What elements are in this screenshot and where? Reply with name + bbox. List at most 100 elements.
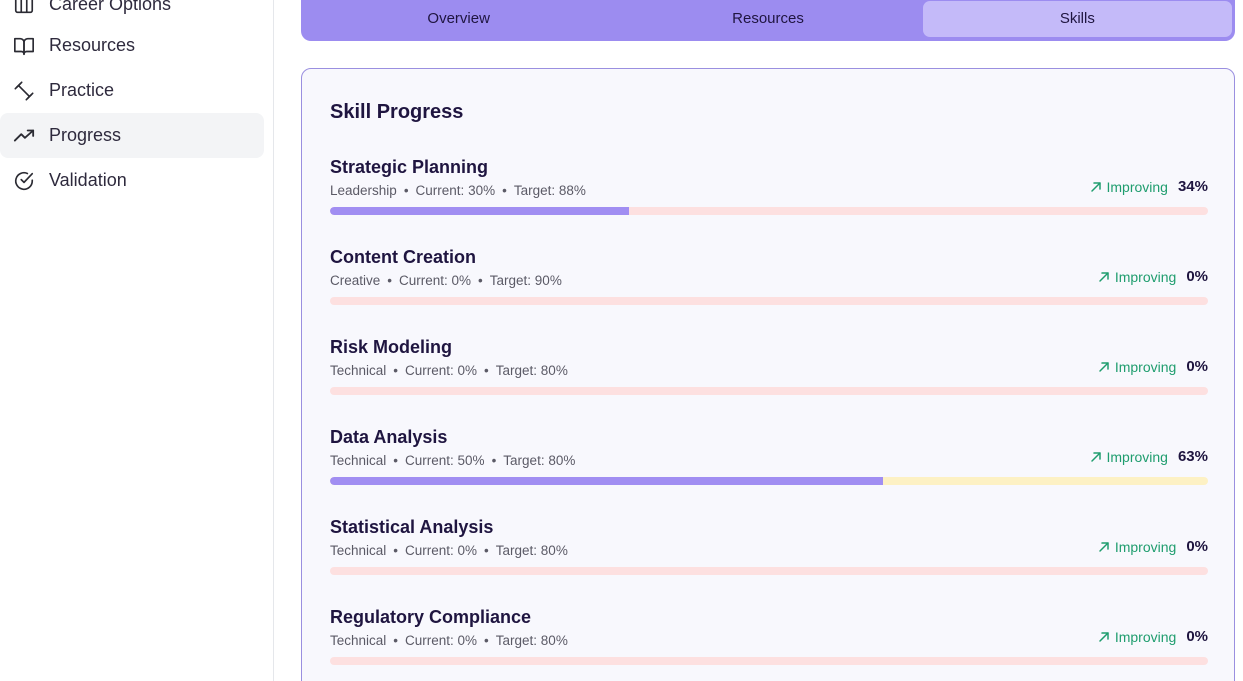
skill-row: Regulatory Compliance Technical • Current: … (330, 607, 1208, 677)
arrow-up-right-icon (1097, 630, 1111, 644)
separator-dot: • (491, 453, 497, 468)
skill-category: Technical (330, 453, 387, 468)
skill-target: Target: 80% (495, 363, 568, 378)
skill-current: Current: 50% (405, 453, 485, 468)
sidebar-item-label: Career Options (49, 0, 172, 14)
book-icon (12, 34, 36, 58)
dumbbell-icon (12, 79, 36, 103)
skill-status: Improving 0% (1097, 268, 1208, 285)
separator-dot: • (393, 453, 399, 468)
skill-category: Technical (330, 363, 387, 378)
status-text: Improving (1114, 268, 1177, 285)
separator-dot: • (393, 543, 399, 558)
progress-percent: 0% (1186, 268, 1208, 285)
skill-meta: Creative • Current: 0% • Target: 90% (330, 273, 562, 288)
progress-bar (330, 567, 1208, 575)
tab-overview[interactable]: Overview (304, 1, 613, 37)
skill-name: Regulatory Compliance (330, 607, 532, 627)
skill-meta: Technical • Current: 0% • Target: 80% (330, 543, 568, 558)
skill-target: Target: 80% (495, 633, 568, 648)
sidebar-item-progress[interactable]: Progress (0, 113, 264, 158)
sidebar-item-validation[interactable]: Validation (0, 158, 264, 203)
progress-bar-fill (330, 207, 629, 215)
sidebar-item-practice[interactable]: Practice (0, 68, 264, 113)
arrow-up-right-icon (1097, 360, 1111, 374)
separator-dot: • (387, 273, 393, 288)
separator-dot: • (502, 183, 507, 198)
separator-dot: • (484, 543, 489, 558)
skill-status: Improving 0% (1097, 358, 1208, 375)
arrow-up-right-icon (1097, 540, 1111, 554)
skill-target: Target: 80% (495, 543, 568, 558)
trending-up-icon (12, 124, 36, 148)
columns-icon (12, 0, 36, 17)
skill-row: Strategic Planning Leadership • Current: 30… (330, 157, 1208, 227)
skill-row: Data Analysis Technical • Current: 50% • Targ… (330, 427, 1208, 497)
separator-dot: • (484, 633, 489, 648)
separator-dot: • (478, 273, 483, 288)
skill-current: Current: 0% (405, 543, 478, 558)
progress-bar (330, 477, 1208, 485)
progress-bar (330, 657, 1208, 665)
skill-target: Target: 90% (489, 273, 562, 288)
progress-percent: 0% (1186, 538, 1208, 555)
skill-name: Statistical Analysis (330, 517, 494, 537)
sidebar: Career Options Resources Practice Progre… (0, 0, 274, 681)
skill-current: Current: 0% (399, 273, 472, 288)
separator-dot: • (393, 363, 399, 378)
progress-percent: 0% (1186, 358, 1208, 375)
skill-current: Current: 30% (415, 183, 496, 198)
skill-name: Data Analysis (330, 427, 448, 447)
status-text: Improving (1114, 628, 1177, 645)
skill-name: Content Creation (330, 247, 476, 267)
check-circle-icon (12, 169, 36, 193)
separator-dot: • (393, 633, 399, 648)
app-root: Career Options Resources Practice Progre… (0, 0, 1243, 681)
sidebar-item-label: Validation (49, 170, 127, 190)
tab-resources[interactable]: Resources (613, 1, 922, 37)
skill-meta: Technical • Current: 0% • Target: 80% (330, 633, 568, 648)
sidebar-item-label: Progress (49, 125, 122, 145)
status-text: Improving (1114, 538, 1177, 555)
sidebar-item-resources[interactable]: Resources (0, 23, 264, 68)
separator-dot: • (484, 363, 489, 378)
progress-percent: 0% (1186, 628, 1208, 645)
skill-progress-card: Skill Progress Strategic Planning Leaders… (301, 68, 1235, 681)
skill-status: Improving 63% (1089, 448, 1208, 465)
sidebar-item-label: Resources (49, 35, 136, 55)
card-title: Skill Progress (330, 101, 464, 123)
main-content: Overview Resources Skills Skill Progress… (274, 0, 1243, 681)
skill-current: Current: 0% (405, 363, 478, 378)
skill-target: Target: 80% (503, 453, 576, 468)
skill-status: Improving 0% (1097, 538, 1208, 555)
arrow-up-right-icon (1097, 270, 1111, 284)
skill-category: Technical (330, 633, 387, 648)
skill-row: Content Creation Creative • Current: 0% • Tar… (330, 247, 1208, 317)
progress-bar (330, 387, 1208, 395)
skill-target: Target: 88% (513, 183, 586, 198)
skill-status: Improving 34% (1089, 178, 1208, 195)
skill-category: Creative (330, 273, 381, 288)
skill-meta: Leadership • Current: 30% • Target: 88% (330, 183, 586, 198)
progress-percent: 34% (1177, 178, 1208, 195)
status-text: Improving (1106, 178, 1168, 195)
skill-meta: Technical • Current: 0% • Target: 80% (330, 363, 568, 378)
skill-meta: Technical • Current: 50% • Target: 80% (330, 453, 575, 468)
arrow-up-right-icon (1089, 180, 1103, 194)
skill-name: Strategic Planning (330, 157, 489, 177)
progress-bar (330, 297, 1208, 305)
separator-dot: • (403, 183, 409, 198)
skill-category: Leadership (330, 183, 397, 198)
sidebar-item-label: Practice (49, 80, 115, 100)
progress-percent: 63% (1177, 448, 1208, 465)
progress-bar-fill (330, 477, 884, 485)
skill-name: Risk Modeling (330, 337, 453, 357)
skill-row: Risk Modeling Technical • Current: 0% • Targe… (330, 337, 1208, 407)
tab-bar: Overview Resources Skills (301, 0, 1235, 41)
status-text: Improving (1106, 448, 1168, 465)
skill-current: Current: 0% (405, 633, 478, 648)
tab-skills[interactable]: Skills (922, 0, 1232, 37)
skill-row: Statistical Analysis Technical • Current: 0… (330, 517, 1208, 587)
progress-bar (330, 207, 1208, 215)
arrow-up-right-icon (1089, 450, 1103, 464)
